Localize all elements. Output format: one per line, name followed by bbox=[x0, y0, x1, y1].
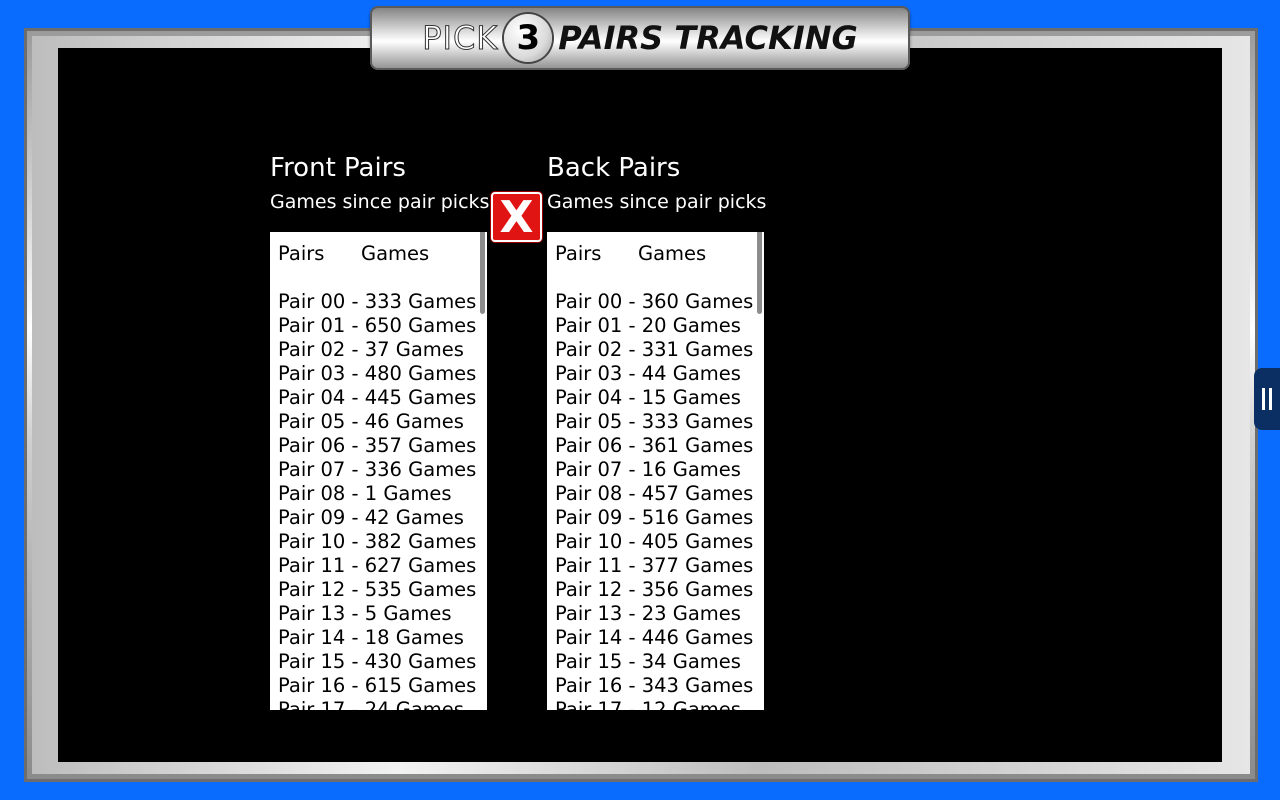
back-list-scrollbar[interactable] bbox=[757, 232, 762, 314]
front-pairs-subheading: Games since pair picks bbox=[270, 191, 490, 213]
front-col-games: Games bbox=[361, 242, 430, 265]
back-pair-row[interactable]: Pair 08 - 457 Games bbox=[555, 482, 754, 506]
front-pair-row[interactable]: Pair 14 - 18 Games bbox=[278, 626, 477, 650]
back-pair-row[interactable]: Pair 15 - 34 Games bbox=[555, 650, 754, 674]
front-pair-row[interactable]: Pair 04 - 445 Games bbox=[278, 386, 477, 410]
front-pair-row[interactable]: Pair 07 - 336 Games bbox=[278, 458, 477, 482]
front-pair-row[interactable]: Pair 02 - 37 Games bbox=[278, 338, 477, 362]
close-button[interactable]: X bbox=[491, 191, 542, 243]
drawer-handle-icon-bar bbox=[1269, 388, 1272, 410]
front-pair-row[interactable]: Pair 05 - 46 Games bbox=[278, 410, 477, 434]
front-pair-row[interactable]: Pair 01 - 650 Games bbox=[278, 314, 477, 338]
back-pairs-heading: Back Pairs bbox=[547, 153, 681, 183]
front-pair-row[interactable]: Pair 16 - 615 Games bbox=[278, 674, 477, 698]
front-pair-row[interactable]: Pair 09 - 42 Games bbox=[278, 506, 477, 530]
back-pair-row[interactable]: Pair 01 - 20 Games bbox=[555, 314, 754, 338]
back-col-games: Games bbox=[638, 242, 707, 265]
title-number-badge: 3 bbox=[504, 14, 553, 62]
back-pair-row[interactable]: Pair 04 - 15 Games bbox=[555, 386, 754, 410]
drawer-handle-icon bbox=[1262, 388, 1265, 410]
close-icon: X bbox=[499, 191, 534, 243]
back-pair-row[interactable]: Pair 11 - 377 Games bbox=[555, 554, 754, 578]
back-pair-row[interactable]: Pair 06 - 361 Games bbox=[555, 434, 754, 458]
back-pair-row[interactable]: Pair 09 - 516 Games bbox=[555, 506, 754, 530]
title-banner: PICK 3 PAIRS TRACKING bbox=[370, 6, 910, 70]
back-col-pairs: Pairs bbox=[555, 242, 602, 265]
page-title: PAIRS TRACKING bbox=[558, 19, 858, 57]
front-pair-row[interactable]: Pair 15 - 430 Games bbox=[278, 650, 477, 674]
back-pairs-subheading: Games since pair picks bbox=[547, 191, 767, 213]
front-pair-row[interactable]: Pair 06 - 357 Games bbox=[278, 434, 477, 458]
front-pair-row[interactable]: Pair 13 - 5 Games bbox=[278, 602, 477, 626]
front-list-header: Pairs Games bbox=[278, 242, 477, 266]
front-pairs-heading: Front Pairs bbox=[270, 153, 406, 183]
back-pair-row[interactable]: Pair 13 - 23 Games bbox=[555, 602, 754, 626]
front-pair-row[interactable]: Pair 00 - 333 Games bbox=[278, 290, 477, 314]
back-pair-row[interactable]: Pair 05 - 333 Games bbox=[555, 410, 754, 434]
front-pair-row[interactable]: Pair 08 - 1 Games bbox=[278, 482, 477, 506]
back-pair-row[interactable]: Pair 02 - 331 Games bbox=[555, 338, 754, 362]
front-pair-row[interactable]: Pair 12 - 535 Games bbox=[278, 578, 477, 602]
front-list-scrollbar[interactable] bbox=[480, 232, 485, 314]
back-pair-row[interactable]: Pair 14 - 446 Games bbox=[555, 626, 754, 650]
back-pair-row[interactable]: Pair 03 - 44 Games bbox=[555, 362, 754, 386]
back-pair-row[interactable]: Pair 00 - 360 Games bbox=[555, 290, 754, 314]
drawer-handle[interactable] bbox=[1254, 368, 1280, 430]
back-list-header: Pairs Games bbox=[555, 242, 754, 266]
front-pair-row[interactable]: Pair 17 - 24 Games bbox=[278, 698, 477, 710]
back-pair-row[interactable]: Pair 12 - 356 Games bbox=[555, 578, 754, 602]
title-pick: PICK bbox=[422, 19, 499, 58]
front-pairs-list[interactable]: Pairs Games Pair 00 - 333 Games Pair 01 - … bbox=[270, 232, 487, 710]
back-pair-row[interactable]: Pair 07 - 16 Games bbox=[555, 458, 754, 482]
back-pair-row[interactable]: Pair 10 - 405 Games bbox=[555, 530, 754, 554]
back-pairs-list[interactable]: Pairs Games Pair 00 - 360 Games Pair 01 - … bbox=[547, 232, 764, 710]
front-pair-row[interactable]: Pair 10 - 382 Games bbox=[278, 530, 477, 554]
front-pair-row[interactable]: Pair 11 - 627 Games bbox=[278, 554, 477, 578]
front-col-pairs: Pairs bbox=[278, 242, 325, 265]
back-pair-row[interactable]: Pair 17 - 12 Games bbox=[555, 698, 754, 710]
back-pair-row[interactable]: Pair 16 - 343 Games bbox=[555, 674, 754, 698]
front-pair-row[interactable]: Pair 03 - 480 Games bbox=[278, 362, 477, 386]
